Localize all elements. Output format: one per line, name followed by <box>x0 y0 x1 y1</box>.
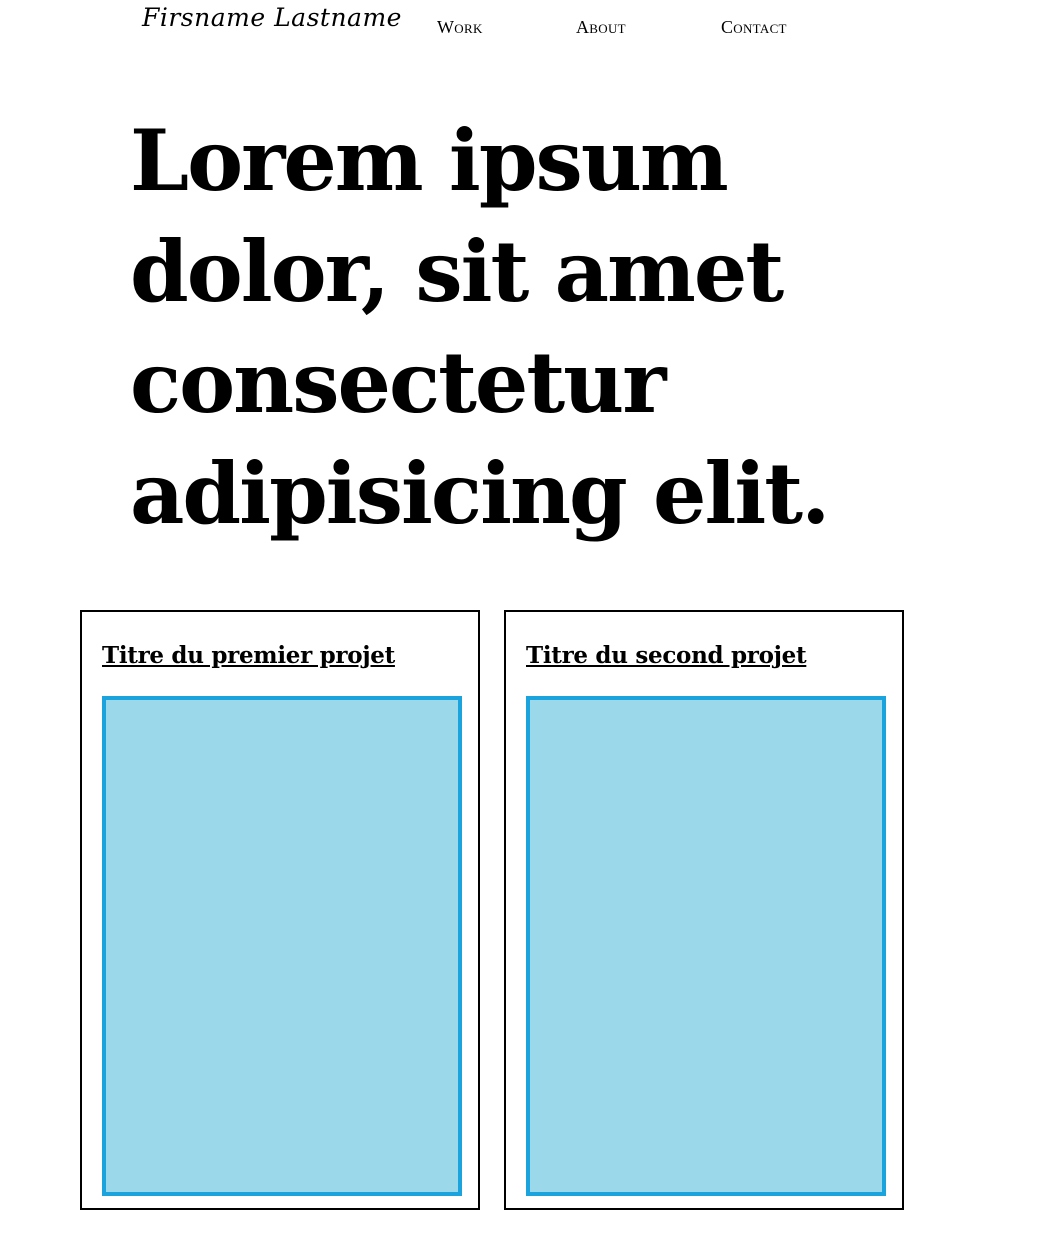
project-title-link[interactable]: Titre du premier projet <box>102 642 395 670</box>
project-card: Titre du premier projet <box>80 610 480 1210</box>
nav-link-about[interactable]: About <box>576 16 626 38</box>
project-title-link[interactable]: Titre du second projet <box>526 642 807 670</box>
project-image-placeholder <box>526 696 886 1196</box>
project-image-placeholder <box>102 696 462 1196</box>
nav-link-contact[interactable]: Contact <box>721 16 787 38</box>
hero-heading: Lorem ipsum dolor, sit amet consectetur … <box>130 111 830 543</box>
brand-logo-text[interactable]: Firsname Lastname <box>142 2 402 34</box>
project-card: Titre du second projet <box>504 610 904 1210</box>
nav-link-work[interactable]: Work <box>437 16 483 38</box>
